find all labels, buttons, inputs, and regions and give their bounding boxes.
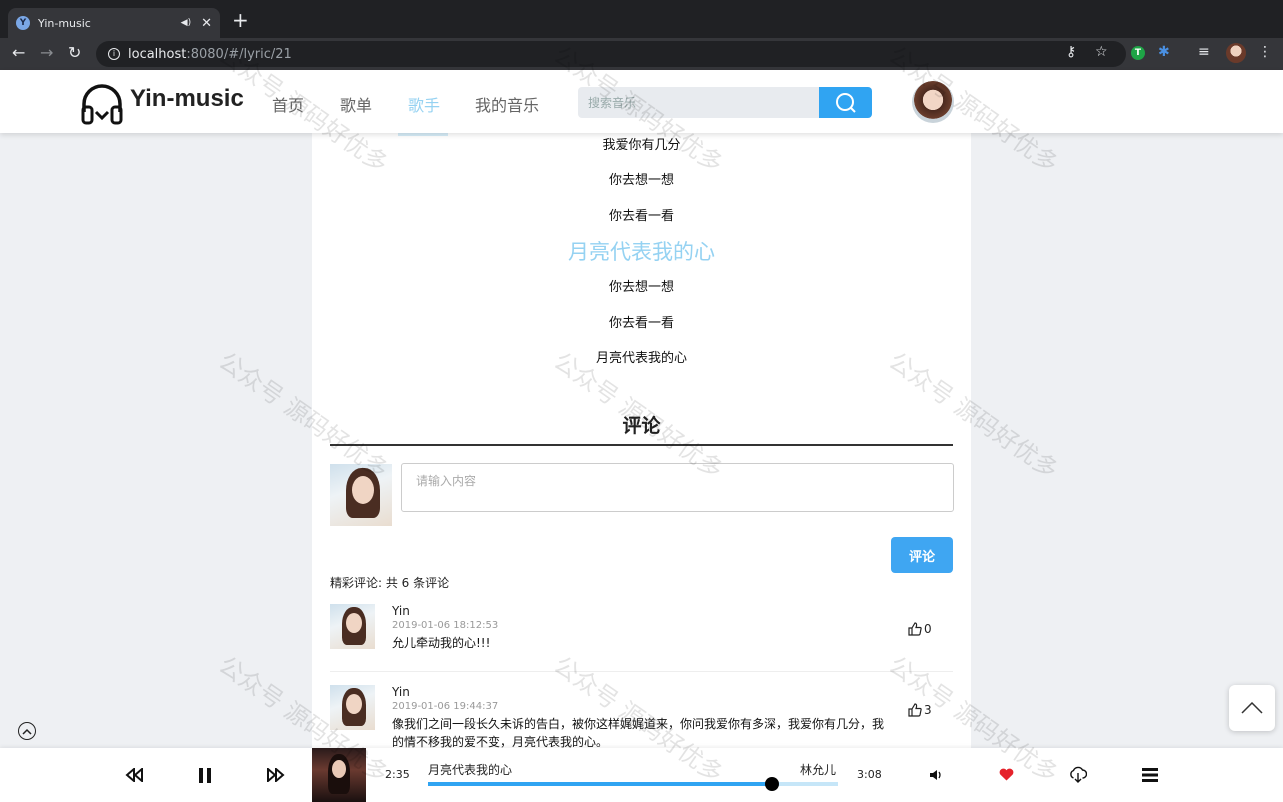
speaker-icon[interactable]: ◀) (181, 18, 191, 28)
browser-chrome: Y Yin-music ◀) ✕ + ← → ↻ i localhost:808… (0, 0, 1283, 70)
media-queue-icon[interactable]: ≡ (1198, 44, 1210, 60)
close-tab-icon[interactable]: ✕ (201, 16, 212, 31)
my-avatar (330, 464, 392, 526)
lyric-line: 你去看一看 (608, 209, 674, 224)
toggle-player-button[interactable] (18, 722, 36, 740)
progress-fill (428, 782, 773, 786)
reload-icon[interactable]: ↻ (68, 43, 81, 62)
extension-icon[interactable]: ✱ (1158, 44, 1170, 60)
progress-handle[interactable] (765, 777, 780, 791)
current-lyric-line: 月亮代表我的心 (568, 240, 715, 264)
lyric-line: 你去想一想 (608, 280, 674, 295)
profile-avatar[interactable] (1226, 43, 1246, 63)
bookmark-star-icon[interactable]: ☆ (1095, 44, 1108, 60)
comments-title: 评论 (622, 415, 661, 437)
site-header: Yin-music 首页 歌单 歌手 我的音乐 (0, 70, 1283, 133)
search-icon (835, 92, 856, 113)
headphones-logo-icon[interactable] (80, 82, 124, 126)
comment-avatar (330, 604, 375, 649)
nav-my-music[interactable]: 我的音乐 (475, 92, 539, 116)
browser-menu-icon[interactable]: ⋮ (1258, 44, 1272, 60)
translate-extension-icon[interactable]: T (1131, 46, 1145, 60)
nav-singers[interactable]: 歌手 (408, 92, 440, 116)
artist-name: 林允儿 (800, 763, 837, 777)
back-icon[interactable]: ← (12, 43, 25, 62)
address-bar[interactable]: i localhost:8080/#/lyric/21 (96, 41, 1126, 67)
next-icon[interactable] (266, 768, 285, 782)
elapsed-time: 2:35 (385, 768, 410, 781)
submit-comment-button[interactable]: 评论 (891, 537, 953, 573)
comment-time: 2019-01-06 18:12:53 (392, 620, 499, 631)
site-favicon-icon: Y (16, 16, 30, 30)
forward-icon[interactable]: → (40, 43, 53, 62)
lyric-line: 我爱你有几分 (602, 138, 681, 153)
thumbs-up-icon (908, 622, 922, 636)
download-icon[interactable] (1069, 766, 1087, 783)
lyric-line: 你去想一想 (608, 173, 674, 188)
comment-text: 像我们之间一段长久未诉的告白，被你这样娓娓道来，你问我爱你有多深，我爱你有几分，… (392, 717, 885, 749)
back-to-top-button[interactable] (1229, 685, 1275, 731)
search-button[interactable] (819, 87, 872, 118)
comment-time: 2019-01-06 19:44:37 (392, 701, 499, 712)
comment-user: Yin (392, 604, 410, 618)
comment-divider (330, 671, 953, 672)
player-bar: 2:35 月亮代表我的心 林允儿 3:08 (0, 748, 1283, 802)
comment-input[interactable] (401, 463, 954, 512)
key-icon[interactable]: ⚷ (1066, 44, 1076, 60)
chevron-up-icon (1241, 702, 1263, 714)
total-time: 3:08 (857, 768, 882, 781)
user-avatar[interactable] (912, 81, 954, 123)
like-button[interactable]: 3 (908, 703, 932, 717)
nav-home[interactable]: 首页 (272, 92, 304, 116)
comment-count: 精彩评论: 共 6 条评论 (330, 576, 450, 590)
like-button[interactable]: 0 (908, 622, 932, 636)
search-input[interactable] (578, 87, 819, 118)
comment-user: Yin (392, 685, 410, 699)
chevron-up-icon (22, 728, 32, 735)
new-tab-button[interactable]: + (232, 8, 249, 32)
browser-tab[interactable]: Y Yin-music ◀) ✕ (8, 8, 220, 38)
tab-title: Yin-music (38, 16, 91, 30)
song-title: 月亮代表我的心 (428, 763, 513, 777)
previous-icon[interactable] (125, 768, 144, 782)
site-info-icon[interactable]: i (108, 48, 120, 60)
comment-avatar (330, 685, 375, 730)
nav-playlists[interactable]: 歌单 (340, 92, 372, 116)
comments-divider (330, 444, 953, 446)
volume-icon[interactable] (929, 769, 943, 781)
comment-text: 允儿牵动我的心!!! (392, 636, 491, 650)
heart-icon[interactable] (999, 768, 1014, 781)
like-count: 3 (924, 703, 932, 717)
url-host: localhost (128, 46, 187, 62)
nav-underline (398, 133, 448, 136)
browser-toolbar: ← → ↻ i localhost:8080/#/lyric/21 ⚷ ☆ ✱ … (0, 38, 1283, 70)
progress-bar[interactable] (428, 777, 838, 791)
thumbs-up-icon (908, 703, 922, 717)
lyric-page: 我爱你有几分 你去想一想 你去看一看 月亮代表我的心 你去想一想 你去看一看 月… (312, 133, 971, 749)
playlist-icon[interactable] (1142, 768, 1158, 782)
lyric-line: 你去看一看 (608, 316, 674, 331)
logo-text[interactable]: Yin-music (130, 85, 244, 113)
url-path: :8080/#/lyric/21 (186, 46, 292, 62)
lyric-line: 月亮代表我的心 (595, 351, 687, 366)
pause-icon[interactable] (198, 768, 212, 783)
album-cover[interactable] (312, 748, 366, 802)
like-count: 0 (924, 622, 932, 636)
